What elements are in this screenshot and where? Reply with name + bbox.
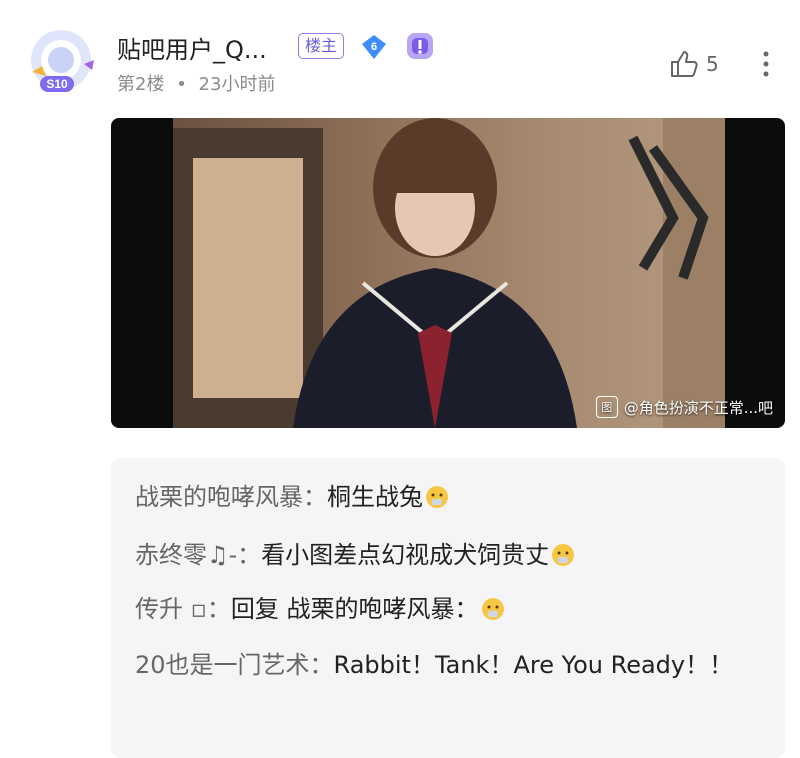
reply-item[interactable]: 赤终零♫-：看小图差点幻视成犬饲贵丈 (135, 532, 755, 578)
reply-list: 战栗的咆哮风暴：桐生战兔 赤终零♫-：看小图差点幻视成犬饲贵丈 传升 ▫：回复 … (111, 458, 785, 758)
level-badge: 6 (361, 34, 387, 60)
reply-author[interactable]: 赤终零♫-： (135, 541, 261, 569)
tieba-icon: 图 (595, 396, 618, 418)
member-badge-icon (404, 30, 436, 62)
reply-author[interactable]: 20也是一门艺术： (135, 651, 334, 679)
sneeze-emoji-icon (426, 486, 448, 508)
floor-number: 第2楼 (117, 74, 165, 95)
reply-author[interactable]: 传升 ▫： (135, 595, 231, 623)
username[interactable]: 贴吧用户_Q... (117, 30, 267, 65)
level-number: 6 (371, 41, 377, 53)
avatar-level-tag: S10 (46, 77, 68, 91)
post-image[interactable]: 图 @角色扮演不正常...吧 (111, 118, 785, 428)
reply-text: 回复 战栗的咆哮风暴： (230, 595, 479, 623)
reply-text: 桐生战兔 (327, 483, 423, 511)
like-count: 5 (706, 52, 719, 76)
avatar[interactable]: S10 (24, 26, 98, 96)
watermark-text: @角色扮演不正常...吧 (623, 398, 773, 417)
owner-badge: 楼主 (298, 33, 345, 59)
reply-item[interactable]: 传升 ▫：回复 战栗的咆哮风暴： (135, 586, 755, 632)
sneeze-emoji-icon (552, 544, 575, 566)
photo-scene (173, 118, 725, 428)
reply-text: 看小图差点幻视成犬饲贵丈 (261, 541, 550, 569)
reply-author[interactable]: 战栗的咆哮风暴： (135, 483, 327, 511)
reply-item[interactable]: 战栗的咆哮风暴：桐生战兔 (135, 474, 755, 520)
reply-text: Rabbit！Tank！Are You Ready！！ (333, 651, 734, 679)
more-vertical-icon (763, 51, 769, 77)
like-button[interactable]: 5 (668, 46, 730, 82)
sneeze-emoji-icon (481, 598, 504, 620)
thumbs-up-icon (671, 51, 698, 77)
meta-separator: • (176, 74, 187, 95)
reply-item[interactable]: 20也是一门艺术：Rabbit！Tank！Are You Ready！！ (135, 642, 755, 688)
post-meta: 第2楼 • 23小时前 (117, 70, 275, 96)
more-options-button[interactable] (754, 46, 778, 82)
post-time: 23小时前 (198, 74, 276, 95)
watermark: 图 @角色扮演不正常...吧 (595, 396, 773, 418)
